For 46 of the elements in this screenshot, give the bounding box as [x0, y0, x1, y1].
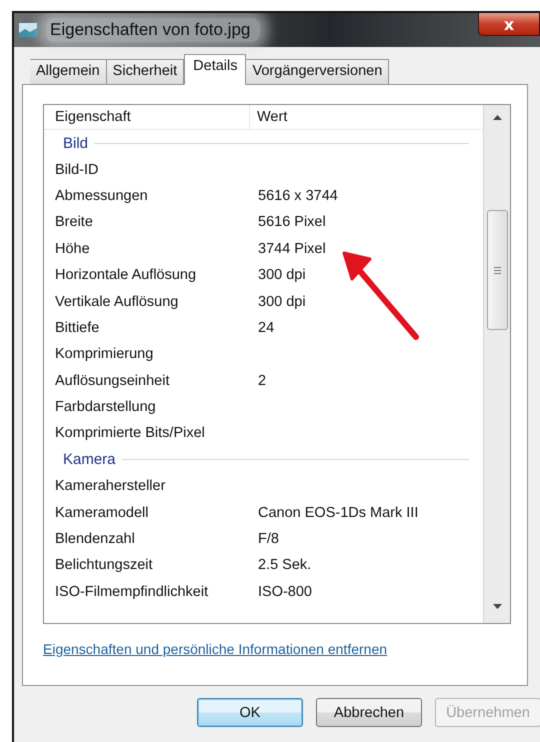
group-heading: Kamera — [63, 451, 116, 468]
tab[interactable]: Allgemein — [30, 59, 107, 85]
property-name: Breite — [54, 214, 94, 230]
property-value: 300 dpi — [257, 267, 306, 284]
property-value: Canon EOS-1Ds Mark III — [257, 504, 418, 521]
tab[interactable]: Vorgängerversionen — [245, 59, 390, 85]
property-name: Komprimierte Bits/Pixel — [54, 425, 206, 442]
scroll-thumb[interactable] — [486, 210, 508, 330]
property-value: 3744 Pixel — [257, 240, 326, 257]
property-name: Belichtungszeit — [54, 557, 154, 574]
property-name: Horizontale Auflösung — [54, 267, 198, 284]
dialog-button[interactable]: Abbrechen — [316, 698, 422, 727]
property-value: 5616 Pixel — [257, 214, 326, 230]
window-title: Eigenschaften von foto.jpg — [46, 18, 260, 42]
property-name: Bild-ID — [54, 162, 100, 178]
property-value: 24 — [257, 320, 274, 336]
property-name: ISO-Filmempfindlichkeit — [54, 584, 210, 600]
tab[interactable]: Sicherheit — [106, 59, 184, 85]
property-name: Abmessungen — [54, 188, 149, 204]
property-name: Komprimierung — [54, 346, 154, 362]
property-value: 2 — [257, 372, 266, 389]
property-name: Höhe — [54, 240, 91, 257]
scroll-up-icon[interactable] — [492, 115, 502, 120]
remove-properties-link[interactable]: Eigenschaften und persönliche Informationen entfernen — [43, 641, 388, 657]
property-name: Kameramodell — [54, 504, 150, 521]
grip-icon — [494, 266, 500, 274]
property-name: Vertikale Auflösung — [54, 294, 180, 310]
property-value: 5616 x 3744 — [257, 188, 338, 204]
property-value: 2.5 Sek. — [257, 557, 312, 574]
property-name: Blendenzahl — [54, 531, 136, 548]
column-header[interactable]: Wert — [250, 105, 483, 129]
group-heading: Bild — [63, 134, 88, 152]
picture-file-icon — [18, 22, 38, 38]
property-name: Bittiefe — [54, 320, 100, 336]
property-value: 300 dpi — [257, 294, 306, 310]
column-header[interactable]: Eigenschaft — [44, 105, 250, 129]
scroll-down-icon[interactable] — [492, 604, 502, 609]
property-name: Auflösungseinheit — [54, 372, 170, 389]
tab[interactable]: Details — [184, 54, 246, 85]
dialog-button[interactable]: OK — [197, 698, 303, 727]
property-name: Kamerahersteller — [54, 478, 166, 494]
property-name: Farbdarstellung — [54, 399, 157, 416]
close-button[interactable]: x — [478, 13, 540, 36]
property-value: ISO-800 — [257, 584, 312, 600]
property-value: F/8 — [257, 531, 279, 548]
scrollbar[interactable] — [483, 105, 510, 623]
